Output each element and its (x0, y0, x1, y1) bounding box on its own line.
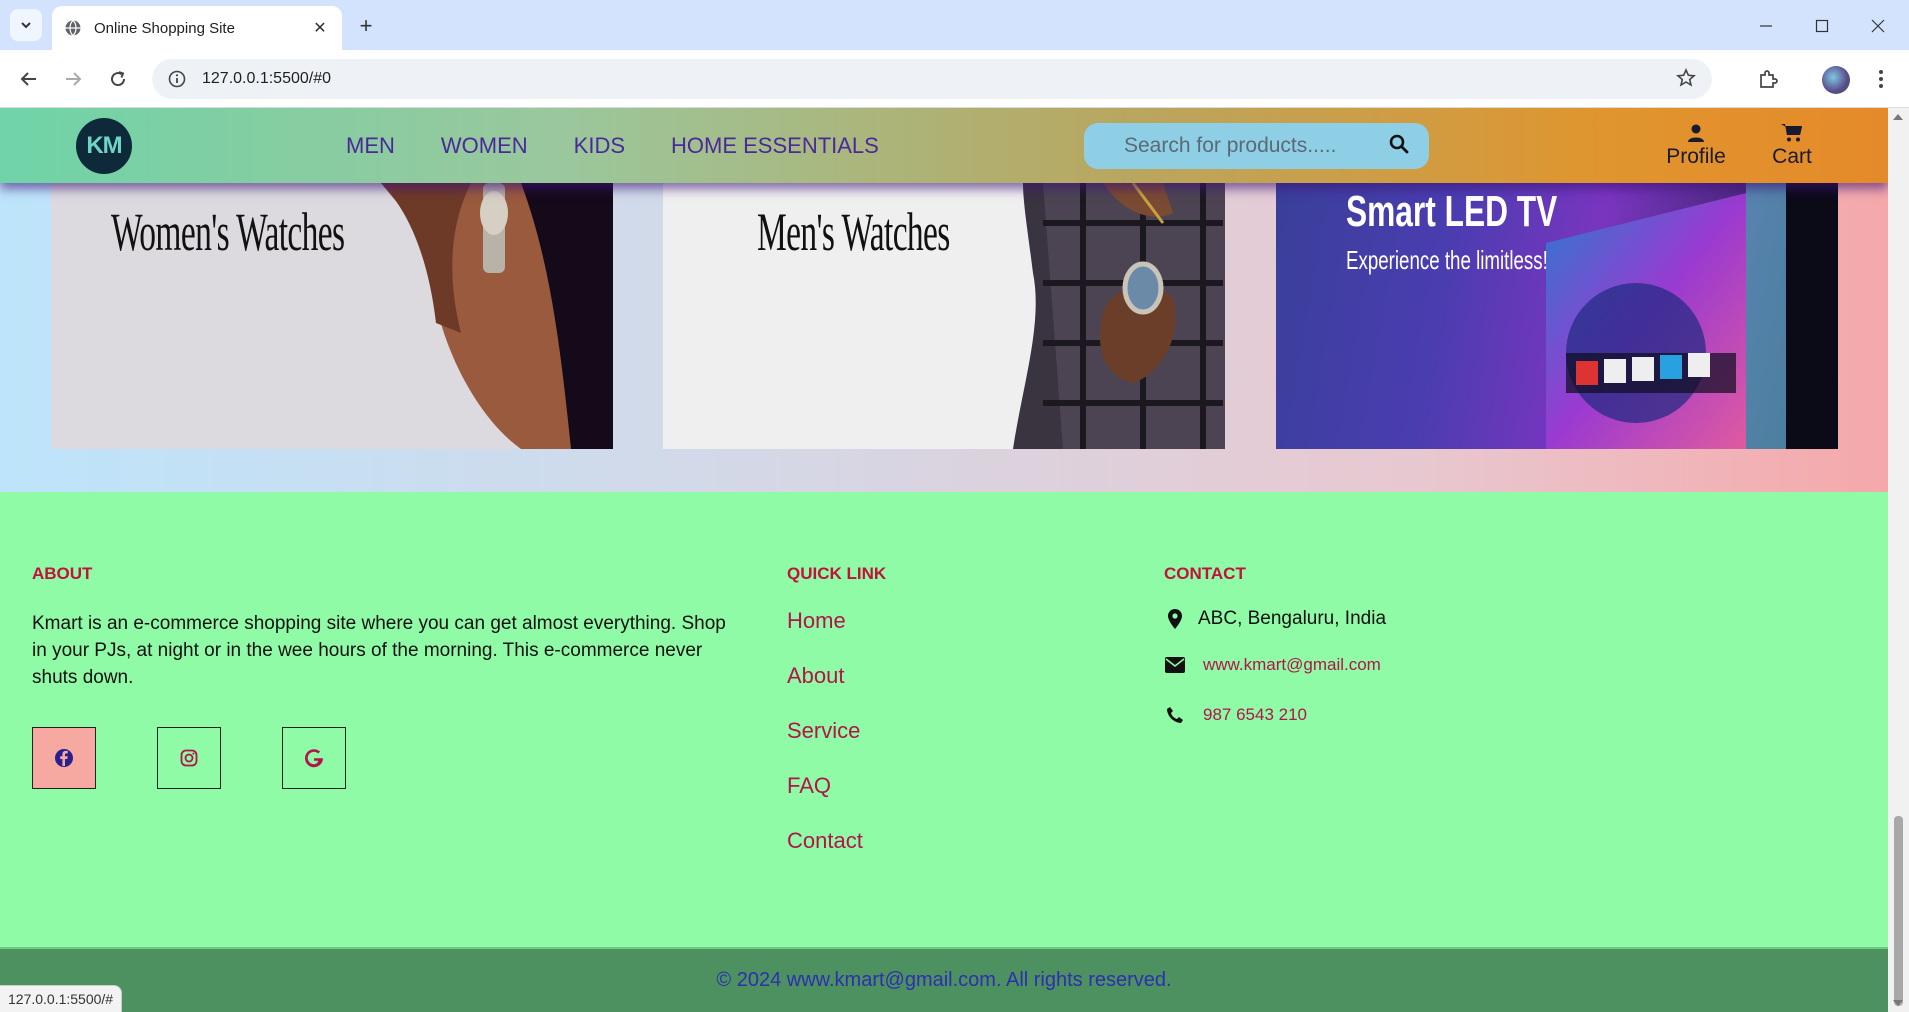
forward-button[interactable] (58, 64, 88, 94)
copyright-bar: © 2024 www.kmart@gmail.com. All rights r… (0, 947, 1888, 1012)
puzzle-icon (1760, 70, 1778, 88)
mens-watches-heading: Men's Watches (757, 202, 950, 262)
back-button[interactable] (14, 64, 44, 94)
quick-link-faq[interactable]: FAQ (787, 773, 831, 799)
arrow-right-icon (66, 72, 82, 86)
envelope-icon (1164, 657, 1186, 673)
site-footer: ABOUT Kmart is an e-commerce shopping si… (0, 492, 1888, 947)
browser-toolbar: 127.0.0.1:5500/#0 (0, 50, 1909, 108)
scroll-down-icon[interactable] (1893, 1000, 1903, 1006)
smart-led-tv-banner[interactable]: Smart LED TV Experience the limitless! (1276, 183, 1838, 449)
copyright-text: © 2024 www.kmart@gmail.com. All rights r… (716, 969, 1172, 991)
reload-icon (111, 71, 126, 87)
about-text: Kmart is an e-commerce shopping site whe… (32, 613, 726, 688)
main-nav: MEN WOMEN KIDS HOME ESSENTIALS (346, 108, 879, 183)
facebook-icon (55, 749, 73, 767)
womens-watches-banner[interactable]: Women's Watches (51, 183, 613, 449)
tv-subtitle: Experience the limitless! (1346, 245, 1548, 275)
search-icon[interactable] (1389, 134, 1409, 159)
womens-watches-heading: Women's Watches (111, 202, 345, 262)
minimize-button[interactable] (1752, 12, 1780, 40)
address-text: ABC, Bengaluru, India (1198, 608, 1387, 629)
contact-email: www.kmart@gmail.com (1164, 655, 1381, 675)
close-tab-icon[interactable]: ✕ (310, 18, 330, 38)
km-logo[interactable]: KM (76, 118, 132, 174)
location-pin-icon (1164, 609, 1186, 629)
page-viewport: Women's Watches Men's Watches Smart LED … (0, 108, 1888, 1012)
quick-link-home[interactable]: Home (787, 608, 846, 634)
contact-heading: CONTACT (1164, 564, 1246, 583)
browser-tab[interactable]: Online Shopping Site ✕ (52, 6, 342, 50)
cart-label: Cart (1772, 145, 1812, 168)
address-bar[interactable]: 127.0.0.1:5500/#0 (152, 59, 1712, 99)
browser-tab-bar: Online Shopping Site ✕ + (0, 0, 1909, 50)
kebab-menu-icon (1879, 70, 1883, 88)
instagram-icon (180, 749, 198, 767)
contact-phone: 987 6543 210 (1164, 705, 1307, 725)
quick-link-heading: QUICK LINK (787, 564, 887, 583)
profile-button[interactable]: Profile (1652, 118, 1740, 174)
maximize-icon (1815, 19, 1829, 33)
instagram-button[interactable] (157, 727, 221, 789)
status-bar-url: 127.0.0.1:5500/# (0, 985, 123, 1012)
page-scrollbar[interactable] (1888, 108, 1909, 1012)
site-info-icon[interactable] (166, 68, 188, 90)
google-icon (305, 749, 324, 768)
google-button[interactable] (282, 727, 346, 789)
mens-watches-banner[interactable]: Men's Watches (663, 183, 1225, 449)
tab-title: Online Shopping Site (94, 19, 235, 37)
phone-icon (1164, 706, 1186, 724)
scrollbar-thumb[interactable] (1894, 816, 1903, 1006)
quick-link-service[interactable]: Service (787, 718, 860, 744)
quick-link-about[interactable]: About (787, 663, 845, 689)
globe-icon (65, 20, 81, 36)
scroll-up-icon[interactable] (1893, 114, 1903, 120)
phone-link[interactable]: 987 6543 210 (1203, 705, 1307, 725)
contact-address: ABC, Bengaluru, India (1164, 608, 1386, 630)
nav-men[interactable]: MEN (346, 133, 395, 159)
site-header: KM MEN WOMEN KIDS HOME ESSENTIALS Profil… (0, 108, 1888, 183)
nav-home-essentials[interactable]: HOME ESSENTIALS (671, 133, 879, 159)
close-window-button[interactable] (1864, 12, 1892, 40)
url-text: 127.0.0.1:5500/#0 (202, 70, 332, 87)
menu-button[interactable] (1866, 64, 1896, 94)
cart-button[interactable]: Cart (1752, 118, 1832, 174)
bookmark-star-icon[interactable] (1676, 68, 1696, 93)
minimize-icon (1760, 25, 1772, 27)
profile-avatar[interactable] (1822, 66, 1850, 94)
search-input[interactable] (1124, 134, 1384, 158)
about-heading: ABOUT (32, 564, 93, 583)
user-icon (1688, 124, 1704, 142)
extensions-button[interactable] (1753, 64, 1783, 94)
quick-link-contact[interactable]: Contact (787, 828, 863, 854)
profile-label: Profile (1666, 145, 1726, 168)
nav-women[interactable]: WOMEN (441, 133, 528, 159)
facebook-button[interactable] (32, 727, 96, 789)
nav-kids[interactable]: KIDS (574, 133, 625, 159)
close-icon (1871, 19, 1885, 33)
cart-icon (1781, 124, 1802, 142)
reload-button[interactable] (103, 64, 133, 94)
new-tab-button[interactable]: + (352, 12, 380, 40)
arrow-left-icon (20, 72, 36, 86)
tab-search-button[interactable] (10, 9, 42, 41)
maximize-button[interactable] (1808, 12, 1836, 40)
search-bar (1084, 123, 1429, 169)
tv-title: Smart LED TV (1346, 187, 1558, 236)
chevron-down-icon (21, 22, 31, 29)
email-link[interactable]: www.kmart@gmail.com (1203, 655, 1381, 675)
